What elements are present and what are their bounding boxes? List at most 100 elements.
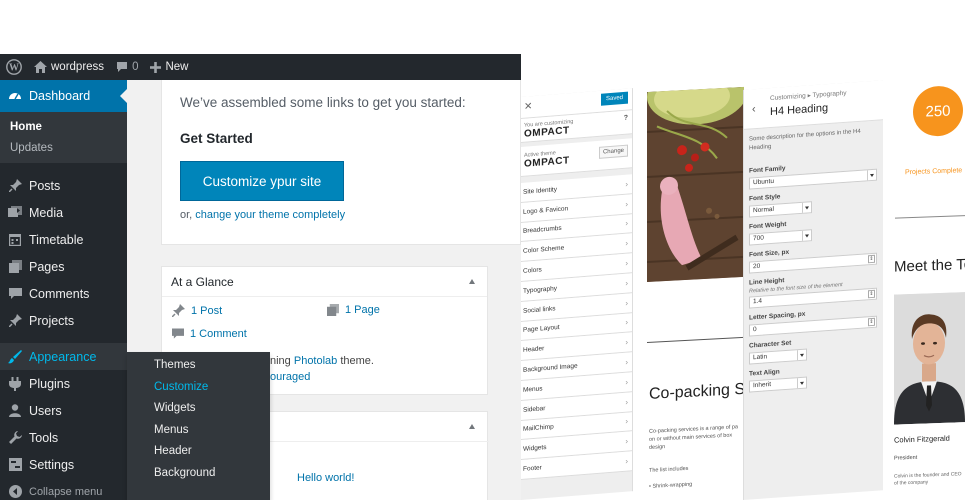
font-weight-select[interactable]: 700 — [749, 229, 812, 246]
close-icon[interactable]: ✕ — [524, 101, 532, 113]
menu-media[interactable]: Media — [0, 199, 127, 226]
new-content-link[interactable]: New — [144, 54, 194, 80]
team-divider — [895, 215, 965, 219]
customizer-section-label: Footer — [523, 464, 542, 473]
saved-button[interactable]: Saved — [600, 91, 628, 106]
menu-comments-label: Comments — [29, 286, 90, 301]
team-panel: 250 Projects Complete Meet the Te Colvin… — [883, 85, 965, 500]
menu-settings[interactable]: Settings — [0, 451, 127, 478]
stepper-icon[interactable]: ⇕ — [868, 254, 875, 264]
line-height-control: Line Height Relative to the font size of… — [744, 270, 883, 309]
wordpress-logo-icon: W — [6, 59, 22, 75]
pages-count-link[interactable]: 1 Page — [345, 304, 380, 316]
back-arrow-icon[interactable]: ‹ — [752, 103, 756, 115]
chevron-right-icon: › — [625, 417, 628, 427]
character-set-value: Latin — [753, 353, 768, 362]
character-set-select[interactable]: Latin — [749, 348, 807, 365]
welcome-lead: We’ve assembled some links to get you st… — [180, 95, 466, 110]
comment-icon — [172, 328, 184, 339]
menu-pages-label: Pages — [29, 259, 65, 274]
plus-icon — [150, 61, 162, 73]
flyout-header[interactable]: Header — [127, 441, 270, 463]
collapse-icon — [8, 485, 22, 499]
help-icon[interactable]: ? — [624, 115, 628, 122]
change-theme-link[interactable]: change your theme completely — [195, 209, 345, 221]
flyout-customize[interactable]: Customize — [127, 377, 270, 399]
hello-world-link[interactable]: Hello world! — [297, 472, 354, 484]
change-theme-button[interactable]: Change — [598, 144, 628, 159]
menu-tools[interactable]: Tools — [0, 424, 127, 451]
submenu-updates[interactable]: Updates — [0, 138, 127, 159]
customizer-section-label: MailChimp — [523, 423, 554, 434]
customizer-section-label: Page Layout — [523, 324, 560, 335]
submenu-home[interactable]: Home — [0, 117, 127, 138]
menu-comments[interactable]: Comments — [0, 280, 127, 307]
menu-projects[interactable]: Projects — [0, 307, 127, 334]
flyout-background[interactable]: Background — [127, 463, 270, 485]
chevron-right-icon: › — [625, 298, 628, 308]
menu-timetable-label: Timetable — [29, 232, 84, 247]
get-started-heading: Get Started — [180, 131, 253, 146]
search-engines-line: ouraged — [270, 371, 310, 383]
posts-count-link[interactable]: 1 Post — [191, 305, 222, 317]
customizer-sections: Site Identity › Logo & Favicon › Breadcrumbs… — [521, 174, 632, 480]
customizer-section-label: Menus — [523, 385, 543, 394]
flyout-widgets[interactable]: Widgets — [127, 398, 270, 420]
collapse-menu-button[interactable]: Collapse menu — [0, 478, 127, 500]
person-portrait-illustration — [894, 292, 965, 425]
menu-users[interactable]: Users — [0, 397, 127, 424]
comments-count-link[interactable]: 1 Comment — [190, 328, 247, 340]
glance-comments: 1 Comment — [172, 328, 247, 340]
article-divider — [647, 336, 744, 343]
chevron-right-icon: › — [625, 436, 628, 447]
letter-spacing-control: Letter Spacing, px 0 ⇕ — [744, 305, 883, 337]
article-photo — [647, 86, 744, 282]
letter-spacing-value: 0 — [753, 326, 757, 334]
font-style-value: Normal — [753, 205, 774, 215]
stepper-icon[interactable]: ⇕ — [868, 317, 875, 327]
menu-pages[interactable]: Pages — [0, 253, 127, 280]
article-list-intro: The list includes — [649, 465, 689, 474]
pin-icon — [8, 314, 22, 328]
pin-icon — [172, 304, 185, 317]
menu-posts[interactable]: Posts — [0, 172, 127, 199]
wp-logo-button[interactable]: W — [0, 54, 28, 80]
menu-dashboard-label: Dashboard — [29, 89, 91, 103]
glance-posts: 1 Post — [172, 304, 222, 317]
customizer-section-label: Color Scheme — [523, 244, 565, 256]
menu-appearance[interactable]: Appearance — [0, 343, 127, 370]
chevron-right-icon: › — [625, 397, 628, 407]
chevron-right-icon: › — [625, 456, 628, 466]
flyout-menus[interactable]: Menus — [127, 420, 270, 442]
toggle-arrow-icon[interactable] — [469, 279, 475, 284]
theme-link[interactable]: Photolab — [294, 355, 337, 367]
dashboard-icon — [8, 89, 22, 103]
chevron-right-icon: › — [625, 199, 628, 209]
customizer-section-label: Breadcrumbs — [523, 225, 562, 236]
chevron-down-icon — [802, 230, 811, 241]
discouraged-link[interactable]: ouraged — [270, 371, 310, 383]
chevron-right-icon: › — [625, 219, 628, 229]
flyout-themes[interactable]: Themes — [127, 355, 270, 377]
welcome-panel: We’ve assembled some links to get you st… — [161, 80, 521, 245]
customizer-section-label: Widgets — [523, 444, 547, 454]
theme-suffix: theme. — [337, 355, 374, 367]
theme-line: ning Photolab theme. — [270, 355, 374, 367]
menu-timetable[interactable]: Timetable — [0, 226, 127, 253]
stepper-icon[interactable]: ⇕ — [868, 289, 875, 299]
comments-count: 0 — [132, 61, 139, 73]
team-member-bio: Colvin is the founder and CEO of the com… — [894, 471, 962, 487]
site-name-link[interactable]: wordpress — [28, 54, 110, 80]
menu-dashboard[interactable]: Dashboard — [0, 80, 127, 112]
food-photo-illustration — [647, 86, 744, 282]
comments-link[interactable]: 0 — [110, 54, 144, 80]
font-style-select[interactable]: Normal — [749, 201, 812, 218]
typography-panel: ‹ Customizing ▸ Typography H4 Heading So… — [743, 80, 883, 500]
character-set-label: Character Set — [749, 339, 792, 350]
menu-posts-label: Posts — [29, 178, 61, 193]
article-paragraph: Co-packing services is a range of pa on … — [649, 424, 738, 451]
customize-site-button[interactable]: Customize ypur site — [180, 161, 344, 201]
font-family-control: Font Family Ubuntu — [744, 158, 883, 190]
menu-plugins[interactable]: Plugins — [0, 370, 127, 397]
text-align-select[interactable]: Inherit — [749, 376, 807, 393]
